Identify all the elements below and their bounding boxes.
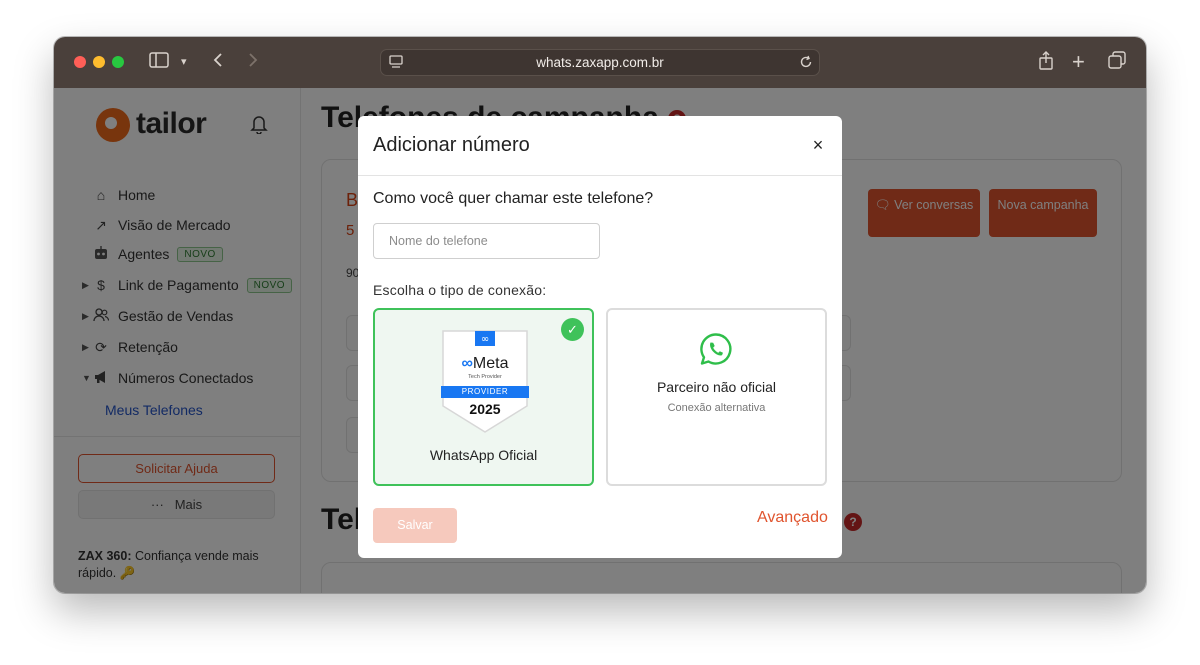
chevron-down-icon[interactable]: ▾ <box>181 51 187 73</box>
url-text: whats.zaxapp.com.br <box>536 55 664 70</box>
phone-name-input[interactable] <box>373 223 600 259</box>
provider-label: PROVIDER <box>461 387 509 396</box>
meta-provider-badge: ∞ ∞Meta Tech Provider PROVIDER 2025 <box>441 330 529 434</box>
check-icon: ✓ <box>561 318 584 341</box>
close-icon[interactable]: × <box>808 135 828 156</box>
badge-year: 2025 <box>469 401 501 417</box>
back-arrow-icon[interactable] <box>213 51 223 73</box>
modal-divider <box>358 175 842 176</box>
option-title: Parceiro não oficial <box>656 379 777 395</box>
option-whatsapp-official[interactable]: ✓ ∞ ∞Meta Tech Provider PROVIDER 2025 Wh… <box>373 308 594 486</box>
meta-tagline: Tech Provider <box>468 374 502 380</box>
save-button[interactable]: Salvar <box>373 508 457 543</box>
minimize-window-button[interactable] <box>93 56 105 68</box>
sidebar-toggle-icon[interactable] <box>149 51 169 73</box>
whatsapp-icon <box>700 333 732 365</box>
meta-infinity-icon: ∞ <box>461 355 473 372</box>
add-number-modal: Adicionar número × Como você quer chamar… <box>358 116 842 558</box>
close-window-button[interactable] <box>74 56 86 68</box>
advanced-link[interactable]: Avançado <box>757 509 828 527</box>
address-bar[interactable]: whats.zaxapp.com.br <box>380 49 820 76</box>
tab-overview-icon[interactable] <box>1108 51 1126 74</box>
modal-title: Adicionar número <box>373 134 530 156</box>
option-unofficial-partner[interactable]: Parceiro não oficial Conexão alternativa <box>606 308 827 486</box>
meta-brand-text: ∞Meta <box>441 355 529 373</box>
reload-icon[interactable] <box>799 55 813 74</box>
browser-window: ▾ whats.zaxapp.com.br + tailor <box>54 37 1146 593</box>
option-title: WhatsApp Oficial <box>429 447 538 463</box>
option-subtitle: Conexão alternativa <box>667 402 766 414</box>
new-tab-icon[interactable]: + <box>1072 51 1085 73</box>
connection-type-label: Escolha o tipo de conexão: <box>373 282 547 298</box>
share-icon[interactable] <box>1038 51 1054 76</box>
phone-name-question: Como você quer chamar este telefone? <box>373 190 654 207</box>
browser-titlebar: ▾ whats.zaxapp.com.br + <box>54 37 1146 88</box>
zoom-window-button[interactable] <box>112 56 124 68</box>
forward-arrow-icon[interactable] <box>248 51 258 73</box>
svg-text:∞: ∞ <box>481 334 489 345</box>
meta-brand-label: Meta <box>472 355 509 372</box>
